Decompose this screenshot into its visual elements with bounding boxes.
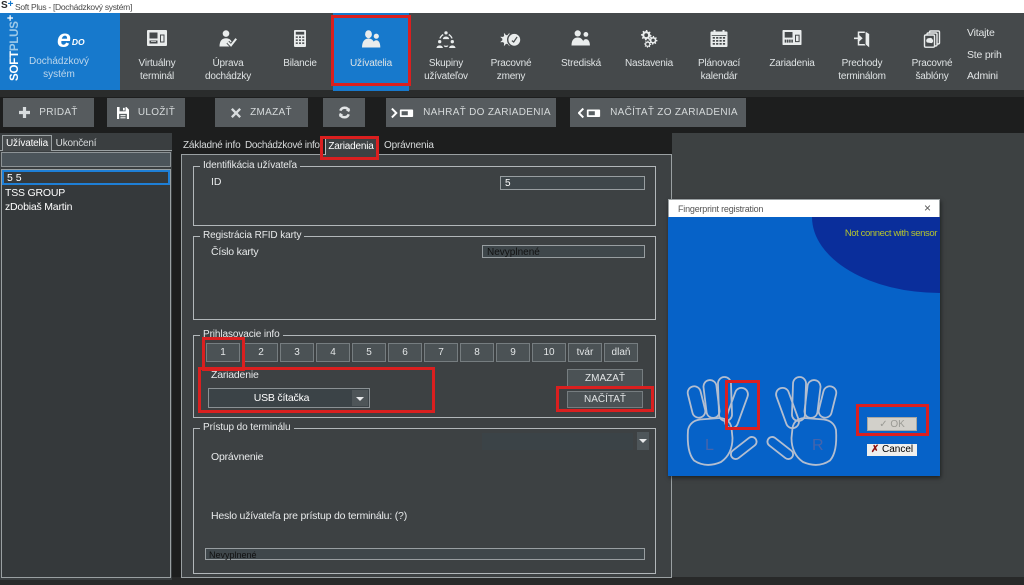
svg-text:R: R (812, 437, 824, 454)
svg-text:L: L (705, 437, 714, 454)
